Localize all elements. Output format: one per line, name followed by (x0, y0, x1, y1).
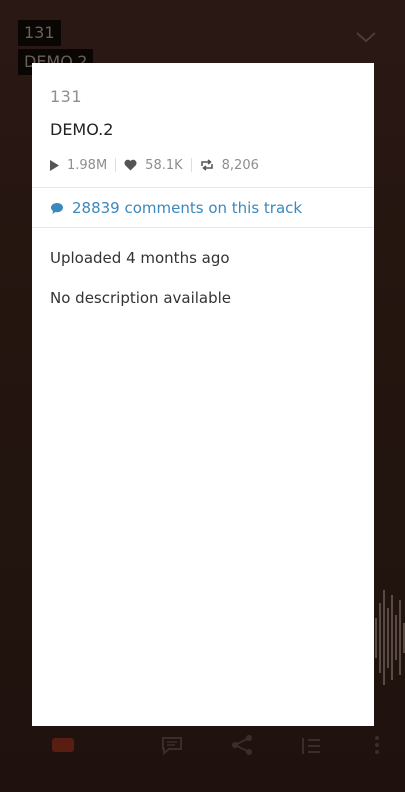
comments-link[interactable]: 28839 comments on this track (50, 199, 302, 217)
track-title: DEMO.2 (50, 120, 114, 139)
comment-icon (51, 202, 63, 214)
more-icon[interactable] (365, 734, 389, 756)
queue-icon[interactable] (300, 734, 324, 756)
reposts-stat: 8,206 (200, 158, 259, 173)
track-artist[interactable]: 131 (50, 87, 82, 106)
likes-count: 58.1K (145, 157, 183, 173)
likes-stat: 58.1K (124, 157, 183, 173)
plays-stat: 1.98M (50, 158, 107, 173)
comments-link-text[interactable]: 28839 comments on this track (72, 199, 302, 217)
chevron-down-icon[interactable] (355, 26, 377, 48)
background-artist: 131 (18, 20, 61, 46)
share-icon[interactable] (230, 734, 254, 756)
track-description: No description available (50, 289, 232, 307)
comment-icon[interactable] (160, 734, 184, 756)
upload-date: Uploaded 4 months ago (50, 249, 230, 267)
stat-separator (115, 158, 117, 172)
player-toolbar (0, 728, 405, 762)
stat-separator (190, 158, 192, 172)
heart-icon[interactable] (52, 738, 74, 752)
divider (32, 227, 374, 228)
plays-count: 1.98M (67, 157, 108, 173)
track-stats: 1.98M 58.1K 8,206 (50, 156, 259, 174)
track-info-sheet: 131 DEMO.2 1.98M 58.1K 8,206 28839 comme… (32, 63, 374, 726)
divider (32, 187, 374, 188)
waveform (375, 585, 405, 690)
heart-icon (124, 159, 137, 171)
repost-icon (200, 159, 213, 171)
reposts-count: 8,206 (221, 157, 259, 173)
play-icon (50, 159, 59, 171)
